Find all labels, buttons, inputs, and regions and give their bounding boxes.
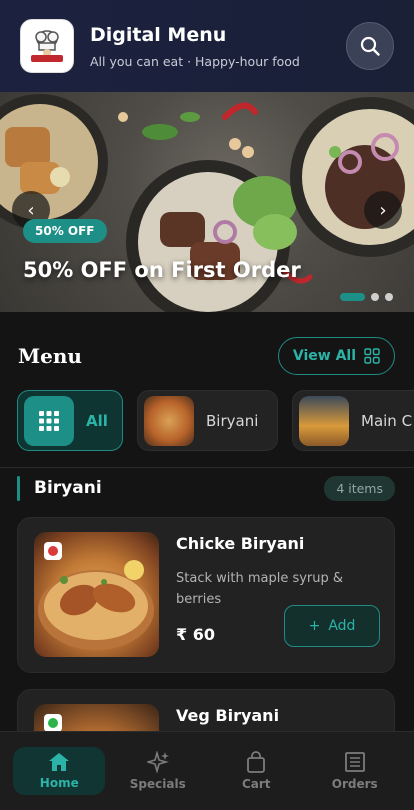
chevron-right-icon: › — [379, 199, 387, 221]
category-main-course[interactable]: Main C — [292, 390, 414, 451]
carousel-dot[interactable] — [371, 293, 379, 301]
category-label: Main C — [361, 411, 413, 430]
biryani-thumbnail — [144, 395, 194, 446]
discount-badge: 50% OFF — [23, 219, 107, 243]
menu-title: Menu — [18, 344, 82, 368]
carousel-dots — [340, 293, 393, 301]
nav-cart[interactable]: Cart — [210, 747, 302, 795]
shopping-bag-icon — [247, 751, 266, 773]
app-subtitle: All you can eat · Happy-hour food — [90, 53, 300, 69]
receipt-icon — [344, 752, 365, 772]
app-header: Digital Menu All you can eat · Happy-hou… — [0, 0, 414, 92]
category-biryani[interactable]: Biryani — [137, 390, 278, 451]
section-header: Biryani 4 items — [17, 474, 395, 502]
banner-title: 50% OFF on First Order — [23, 258, 301, 282]
app-title: Digital Menu — [90, 23, 227, 46]
bottom-navigation: Home Specials Cart Orders — [0, 731, 414, 810]
grid-icon — [364, 348, 380, 364]
nav-label: Home — [39, 776, 79, 790]
grid-icon — [24, 395, 74, 446]
pancakes-thumbnail — [299, 395, 349, 446]
plus-icon: + — [308, 618, 321, 634]
category-all[interactable]: All — [17, 390, 123, 451]
non-veg-indicator-icon — [44, 542, 62, 560]
add-to-cart-button[interactable]: + Add — [284, 605, 380, 647]
home-icon — [49, 753, 70, 771]
nav-home[interactable]: Home — [13, 747, 106, 795]
nav-label: Orders — [331, 777, 378, 791]
view-all-button[interactable]: View All — [277, 337, 395, 375]
search-button[interactable] — [346, 22, 394, 70]
item-name: Veg Biryani — [176, 706, 280, 725]
nav-specials[interactable]: Specials — [112, 747, 204, 795]
restaurant-logo — [20, 19, 74, 73]
section-accent-bar — [17, 475, 20, 501]
menu-item-card[interactable]: Chicke Biryani Stack with maple syrup & … — [17, 517, 395, 673]
menu-header: Menu View All — [0, 336, 414, 376]
category-label: All — [86, 411, 108, 430]
nav-label: Cart — [241, 777, 271, 791]
section-title: Biryani — [34, 478, 102, 498]
item-image — [34, 532, 159, 657]
view-all-label: View All — [292, 348, 356, 364]
banner-next-button[interactable]: › — [364, 191, 402, 229]
item-name: Chicke Biryani — [176, 534, 305, 553]
chevron-left-icon: ‹ — [27, 199, 35, 221]
item-description: Stack with maple syrup & berries — [176, 571, 344, 607]
nav-orders[interactable]: Orders — [309, 747, 401, 795]
promo-banner[interactable]: ‹ › 50% OFF 50% OFF on First Order — [0, 92, 414, 312]
search-icon — [360, 36, 380, 56]
divider — [0, 467, 414, 468]
category-label: Biryani — [206, 411, 259, 430]
carousel-dot-active[interactable] — [340, 293, 365, 301]
category-list: All Biryani Main C — [17, 390, 414, 451]
item-price: ₹ 60 — [176, 625, 215, 644]
item-count-badge: 4 items — [324, 475, 395, 501]
carousel-dot[interactable] — [385, 293, 393, 301]
sparkle-icon — [146, 751, 169, 773]
veg-indicator-icon — [44, 714, 62, 732]
add-label: Add — [328, 618, 356, 634]
nav-label: Specials — [129, 777, 186, 791]
